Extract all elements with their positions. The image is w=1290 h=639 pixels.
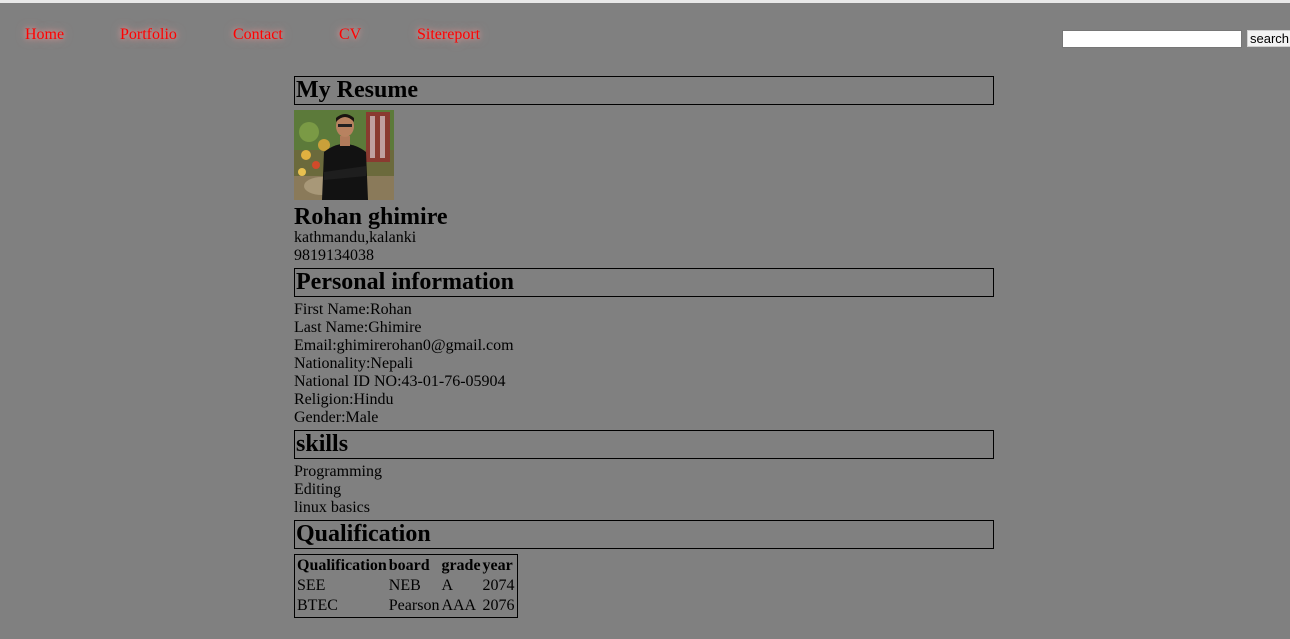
skill-item: linux basics (294, 499, 370, 516)
table-cell: BTEC (297, 597, 338, 614)
resume-content: My Resume Rohan ghimire kathmandu,kalank… (294, 76, 994, 618)
skills-heading: skills (294, 430, 994, 459)
personal-info-religion: Religion:Hindu (294, 391, 394, 408)
skills-list: Programming Editing linux basics (294, 463, 994, 517)
table-header-row: Qualification board grade year (297, 557, 515, 575)
personal-info-last-name: Last Name:Ghimire (294, 319, 422, 336)
column-header: year (482, 557, 513, 574)
address-text: kathmandu,kalanki (294, 229, 417, 246)
nav-link-contact[interactable]: Contact (233, 26, 283, 44)
table-cell: 2074 (482, 577, 515, 594)
skill-item: Editing (294, 481, 342, 498)
personal-info-nationality: Nationality:Nepali (294, 355, 414, 372)
column-header: Qualification (297, 557, 387, 574)
person-name: Rohan ghimire (294, 204, 448, 230)
column-header: grade (441, 557, 481, 574)
personal-info-gender: Gender:Male (294, 409, 379, 426)
nav-link-home[interactable]: Home (25, 26, 64, 44)
table-cell: Pearson (388, 597, 440, 614)
top-border (0, 0, 1290, 3)
profile-photo (294, 110, 394, 200)
search-button[interactable]: search (1247, 30, 1290, 47)
table-cell: A (441, 577, 453, 594)
qualification-heading: Qualification (294, 520, 994, 549)
personal-info-national-id: National ID NO:43-01-76-05904 (294, 373, 506, 390)
personal-info-first-name: First Name:Rohan (294, 301, 412, 318)
skill-item: Programming (294, 463, 382, 480)
phone-text: 9819134038 (294, 247, 374, 264)
table-row: BTEC Pearson AAA 2076 (297, 597, 515, 615)
search-input[interactable] (1062, 30, 1242, 48)
nav-link-portfolio[interactable]: Portfolio (120, 26, 177, 44)
column-header: board (388, 557, 430, 574)
qualification-table: Qualification board grade year SEE NEB A… (294, 554, 518, 618)
personal-info-heading: Personal information (294, 268, 994, 297)
table-cell: SEE (297, 577, 326, 594)
resume-title: My Resume (294, 76, 994, 105)
personal-info-list: First Name:Rohan Last Name:Ghimire Email… (294, 301, 994, 427)
table-row: SEE NEB A 2074 (297, 577, 515, 595)
table-cell: 2076 (482, 597, 515, 614)
nav-link-sitereport[interactable]: Sitereport (417, 26, 480, 44)
table-cell: AAA (441, 597, 477, 614)
nav-link-cv[interactable]: CV (339, 26, 361, 44)
personal-info-email: Email:ghimirerohan0@gmail.com (294, 337, 514, 354)
table-cell: NEB (388, 577, 421, 594)
